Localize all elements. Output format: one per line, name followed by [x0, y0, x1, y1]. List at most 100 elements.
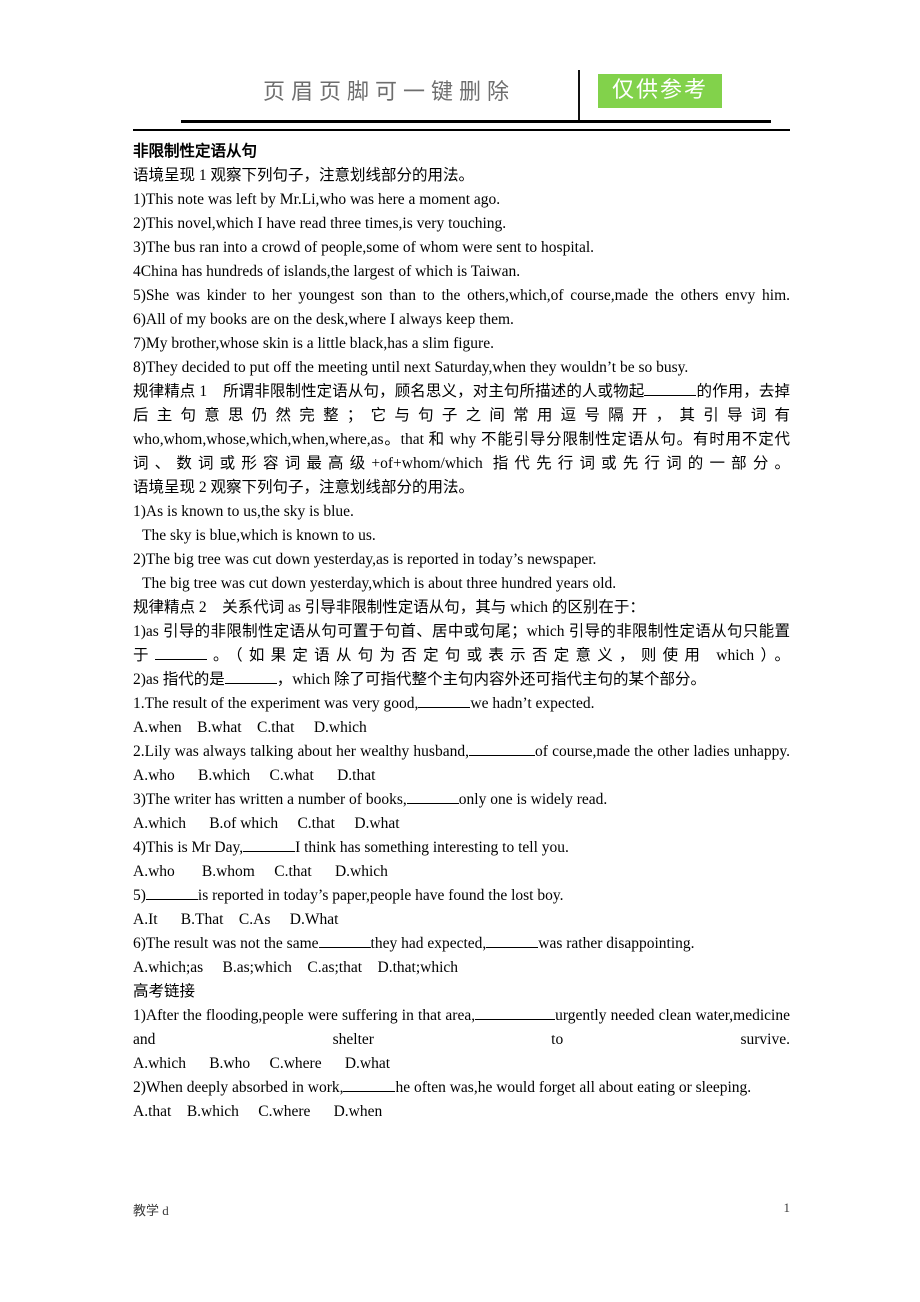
gaokao-1-option-a[interactable]: A.which — [133, 1055, 186, 1072]
gaokao-2-option-a[interactable]: A.that — [133, 1103, 171, 1120]
exercise-5-option-a[interactable]: A.It — [133, 911, 158, 928]
exercise-1-option-d[interactable]: D.which — [314, 719, 367, 736]
gaokao-2-stem: 2)When deeply absorbed in work, he often … — [133, 1076, 790, 1100]
page-header: 页眉页脚可一键删除 仅供参考 — [133, 62, 790, 134]
section2-prompt: 语境呈现 2 观察下列句子，注意划线部分的用法。 — [133, 479, 475, 496]
exercise-3-option-a[interactable]: A.which — [133, 815, 186, 832]
gaokao-2-option-b[interactable]: B.which — [187, 1103, 239, 1120]
exercise-6-stem-before: 6)The result was not the same — [133, 935, 319, 952]
exercise-2-option-a[interactable]: A.who — [133, 767, 175, 784]
exercise-6-option-c[interactable]: C.as;that — [307, 959, 362, 976]
exercise-6-option-d[interactable]: D.that;which — [378, 959, 459, 976]
exercise-1-option-c[interactable]: C.that — [257, 719, 294, 736]
exercise-2-blank[interactable] — [468, 755, 535, 756]
exercise-4-blank[interactable] — [243, 851, 296, 852]
exercise-6-options: A.which;as B.as;which C.as;that D.that;w… — [133, 956, 790, 980]
exercise-4-stem: 4)This is Mr Day, I think has something i… — [133, 836, 790, 860]
exercise-1-option-a[interactable]: A.when — [133, 719, 182, 736]
exercise-1-option-b[interactable]: B.what — [197, 719, 241, 736]
gaokao-heading: 高考链接 — [133, 983, 196, 1000]
footer-page-number: 1 — [783, 1200, 791, 1215]
exercise-1-blank[interactable] — [418, 707, 471, 708]
exercise-1-options: A.when B.what C.that D.which — [133, 716, 790, 740]
exercise-6-stem-mid: they had expected, — [370, 935, 487, 952]
rule2-intro: 关系代词 as 引导非限制性定语从句，其与 which 的区别在于： — [222, 599, 645, 616]
gaokao-2-blank[interactable] — [343, 1091, 396, 1092]
exercise-5-option-b[interactable]: B.That — [181, 911, 224, 928]
exercise-3-options: A.which B.of which C.that D.what — [133, 812, 790, 836]
section1-example-2: 2)This novel,which I have read three tim… — [133, 215, 507, 232]
section1-example-7: 7)My brother,whose skin is a little blac… — [133, 335, 494, 352]
exercise-3-option-b[interactable]: B.of which — [209, 815, 278, 832]
exercise-2-stem: 2.Lily was always talking about her weal… — [133, 740, 790, 764]
footer-left-text: 教学 d — [133, 1203, 169, 1218]
header-inner: 页眉页脚可一键删除 仅供参考 — [133, 62, 790, 123]
exercise-4-option-a[interactable]: A.who — [133, 863, 175, 880]
header-rule-thin — [133, 129, 790, 131]
exercise-6-blank-2[interactable] — [486, 947, 539, 948]
exercise-5-stem-before: 5) — [133, 887, 146, 904]
gaokao-2-stem-before: 2)When deeply absorbed in work, — [133, 1079, 344, 1096]
rule2-point2-before: 2)as 指代的是 — [133, 671, 225, 688]
section2-pair1-main: 1)As is known to us,the sky is blue. — [133, 503, 354, 520]
exercise-3-stem-after: only one is widely read. — [458, 791, 608, 808]
gaokao-2-option-d[interactable]: D.when — [334, 1103, 383, 1120]
exercise-4-option-d[interactable]: D.which — [335, 863, 388, 880]
exercise-2-option-b[interactable]: B.which — [198, 767, 250, 784]
gaokao-1-stem: 1)After the flooding,people were sufferi… — [133, 1004, 790, 1052]
exercise-5-stem: 5) is reported in today’s paper,people ha… — [133, 884, 790, 908]
exercise-5-options: A.It B.That C.As D.What — [133, 908, 790, 932]
exercise-2-option-c[interactable]: C.what — [269, 767, 313, 784]
exercise-3-option-d[interactable]: D.what — [354, 815, 399, 832]
exercise-3-blank[interactable] — [406, 803, 459, 804]
rule2-point2-after: ，which 除了可指代整个主句内容外还可指代主句的某个部分。 — [276, 671, 706, 688]
rule1-text-before: 所谓非限制性定语从句，顾名思义，对主句所描述的人或物起 — [223, 383, 645, 400]
exercise-4-stem-before: 4)This is Mr Day, — [133, 839, 244, 856]
rule2-point2-blank[interactable] — [224, 683, 277, 684]
rule2-point-1: 1)as 引导的非限制性定语从句可置于句首、居中或句尾；which 引导的非限制… — [133, 620, 790, 668]
exercise-5-stem-after: is reported in today’s paper,people have… — [197, 887, 564, 904]
exercise-3-option-c[interactable]: C.that — [297, 815, 334, 832]
exercise-4-option-c[interactable]: C.that — [274, 863, 311, 880]
page-title: 非限制性定语从句 — [133, 143, 258, 160]
gaokao-2-stem-after: he often was,he would forget all about e… — [395, 1079, 752, 1096]
header-vertical-divider — [578, 70, 580, 120]
exercise-6-option-b[interactable]: B.as;which — [223, 959, 292, 976]
exercise-4-stem-after: I think has something interesting to tel… — [295, 839, 569, 856]
section2-pair2-main: 2)The big tree was cut down yesterday,as… — [133, 551, 597, 568]
rule1-answer-blank[interactable] — [644, 395, 697, 396]
exercise-5-blank[interactable] — [145, 899, 198, 900]
gaokao-1-blank[interactable] — [475, 1019, 556, 1020]
gaokao-1-options: A.which B.who C.where D.what — [133, 1052, 790, 1076]
rule2-point-2: 2)as 指代的是 ，which 除了可指代整个主句内容外还可指代主句的某个部分。 — [133, 668, 790, 692]
document-page: 页眉页脚可一键删除 仅供参考 非限制性定语从句 语境呈现 1 观察下列句子，注意… — [0, 0, 920, 1302]
exercise-3-stem: 3)The writer has written a number of boo… — [133, 788, 790, 812]
rule2-point1-blank[interactable] — [154, 659, 207, 660]
gaokao-1-option-c[interactable]: C.where — [270, 1055, 322, 1072]
exercise-1-stem: 1.The result of the experiment was very … — [133, 692, 790, 716]
exercise-2-options: A.who B.which C.what D.that — [133, 764, 790, 788]
document-body: 非限制性定语从句 语境呈现 1 观察下列句子，注意划线部分的用法。 1)This… — [133, 140, 790, 1124]
gaokao-1-option-d[interactable]: D.what — [345, 1055, 390, 1072]
section1-example-8: 8)They decided to put off the meeting un… — [133, 359, 689, 376]
exercise-6-option-a[interactable]: A.which;as — [133, 959, 203, 976]
gaokao-1-option-b[interactable]: B.who — [209, 1055, 250, 1072]
section2-pair2-alt: The big tree was cut down yesterday,whic… — [142, 575, 617, 592]
exercise-6-stem: 6)The result was not the same they had ex… — [133, 932, 790, 956]
exercise-2-option-d[interactable]: D.that — [337, 767, 375, 784]
exercise-4-option-b[interactable]: B.whom — [202, 863, 255, 880]
exercise-3-stem-before: 3)The writer has written a number of boo… — [133, 791, 407, 808]
exercise-6-stem-after: was rather disappointing. — [538, 935, 695, 952]
section1-example-5: 5)She was kinder to her youngest son tha… — [133, 287, 790, 304]
section1-example-1: 1)This note was left by Mr.Li,who was he… — [133, 191, 501, 208]
header-reference-badge: 仅供参考 — [598, 74, 723, 109]
rule2-heading: 规律精点 2 关系代词 as 引导非限制性定语从句，其与 which 的区别在于… — [133, 596, 790, 620]
exercise-6-blank-1[interactable] — [318, 947, 371, 948]
rule2-point1-after: 。（如果定语从句为否定句或表示否定意义，则使用 which）。 — [206, 647, 790, 664]
section1-example-6: 6)All of my books are on the desk,where … — [133, 311, 514, 328]
exercise-5-option-c[interactable]: C.As — [239, 911, 270, 928]
exercise-5-option-d[interactable]: D.What — [290, 911, 339, 928]
section1-example-3: 3)The bus ran into a crowd of people,som… — [133, 239, 595, 256]
gaokao-2-option-c[interactable]: C.where — [258, 1103, 310, 1120]
section1-prompt: 语境呈现 1 观察下列句子，注意划线部分的用法。 — [133, 167, 475, 184]
